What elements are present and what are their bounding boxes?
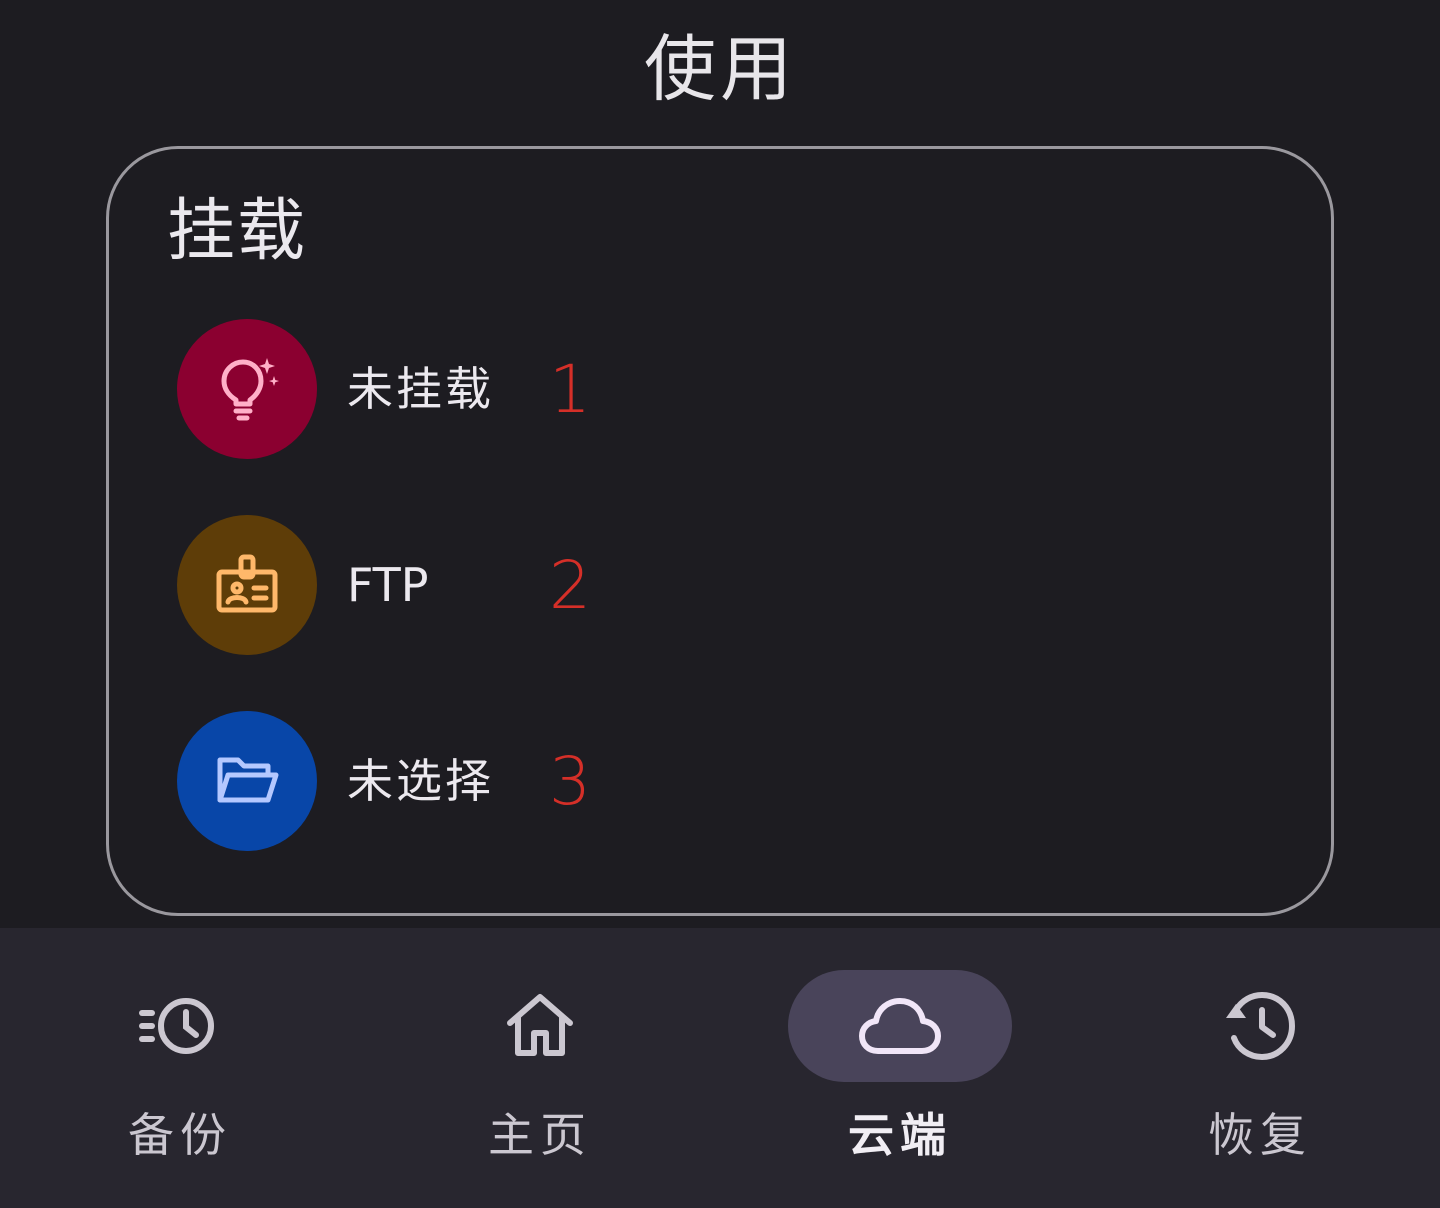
- protocol-row[interactable]: FTP 2: [177, 515, 777, 655]
- nav-item-backup[interactable]: 备份: [0, 928, 360, 1208]
- id-badge-icon: [216, 554, 278, 613]
- home-icon: [507, 994, 573, 1056]
- annotation-number-1: 1: [549, 351, 591, 428]
- nav-backup-label: 备份: [128, 1108, 232, 1162]
- mount-status-icon-circle: [177, 319, 317, 459]
- nav-item-cloud[interactable]: 云端: [720, 928, 1080, 1208]
- restore-history-icon: [1226, 992, 1295, 1060]
- lightbulb-sparkle-icon: [221, 358, 279, 421]
- annotation-number-2: 2: [549, 547, 591, 624]
- folder-select-label: 未选择: [347, 754, 494, 808]
- nav-home-label: 主页: [488, 1108, 592, 1162]
- folder-open-icon: [217, 757, 279, 803]
- folder-select-row[interactable]: 未选择 3: [177, 711, 777, 851]
- nav-home-pill: [428, 970, 652, 1082]
- bottom-navigation: 备份 主页 云端 恢复: [0, 928, 1440, 1208]
- page-title: 使用: [643, 27, 796, 111]
- nav-cloud-label: 云端: [848, 1108, 952, 1162]
- app-screen: 使用 挂载 未挂载 1 FTP 2 未选择 3 备份 主页 云端 恢复: [0, 0, 1440, 1208]
- nav-item-home[interactable]: 主页: [360, 928, 720, 1208]
- folder-icon-circle: [177, 711, 317, 851]
- mount-card: 挂载 未挂载 1 FTP 2 未选择 3: [106, 146, 1334, 916]
- mount-card-title: 挂载: [167, 192, 308, 271]
- nav-backup-pill: [68, 970, 292, 1082]
- protocol-icon-circle: [177, 515, 317, 655]
- mount-status-row[interactable]: 未挂载 1: [177, 319, 777, 459]
- nav-restore-pill: [1148, 970, 1372, 1082]
- protocol-label: FTP: [347, 558, 429, 612]
- mount-status-label: 未挂载: [347, 362, 494, 416]
- nav-restore-label: 恢复: [1208, 1108, 1312, 1162]
- cloud-icon: [859, 998, 941, 1054]
- history-fast-icon: [139, 998, 214, 1054]
- nav-cloud-active-pill: [788, 970, 1012, 1082]
- nav-item-restore[interactable]: 恢复: [1080, 928, 1440, 1208]
- annotation-number-3: 3: [549, 743, 591, 820]
